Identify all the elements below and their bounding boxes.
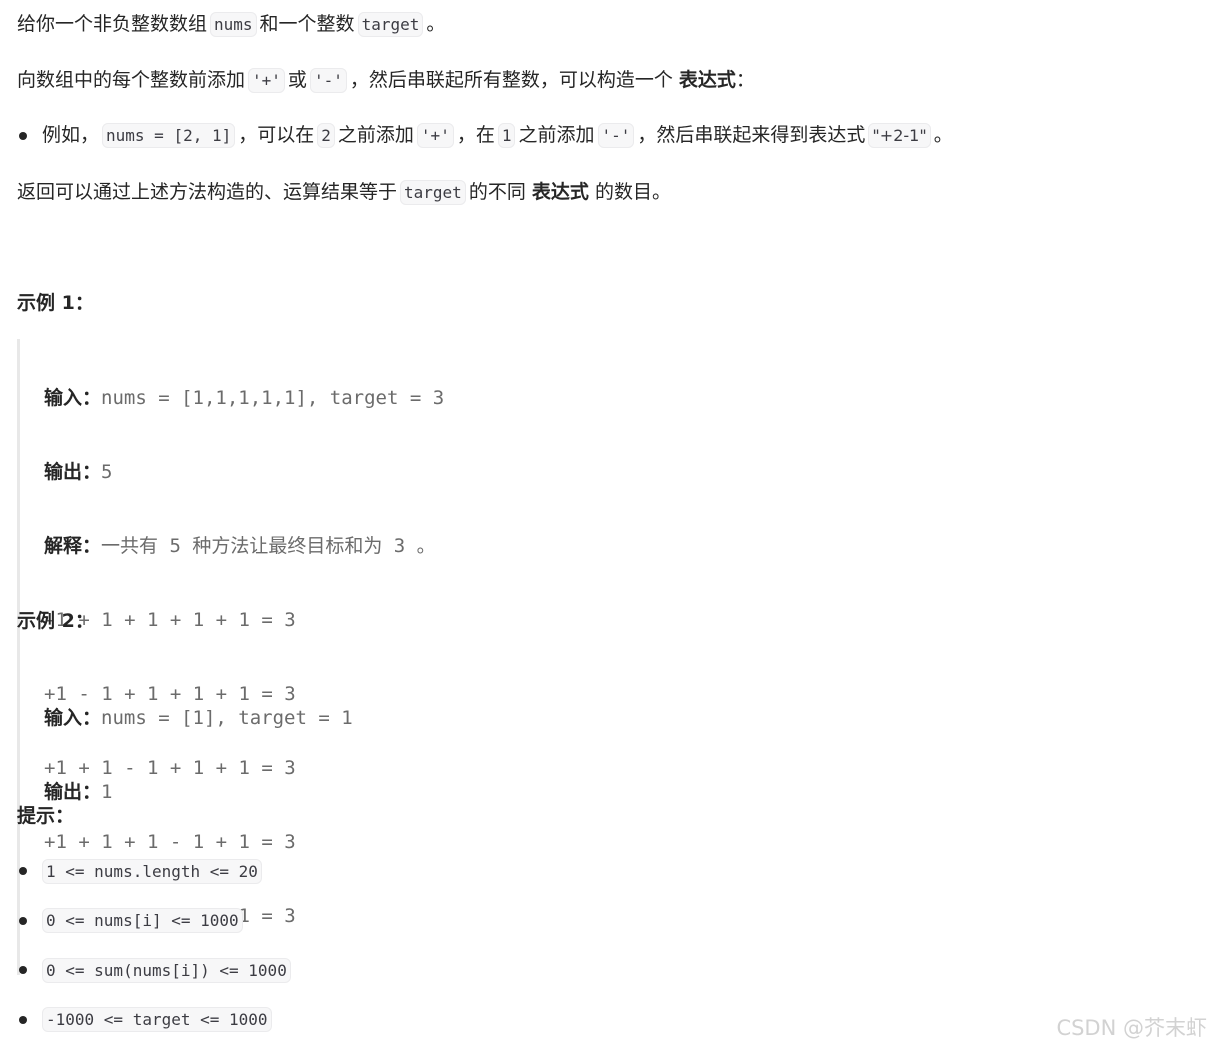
bold-expression: 表达式 <box>531 181 589 203</box>
text: ，在 <box>456 124 495 146</box>
text: ，然后串联起所有整数，可以构造一个 <box>349 69 673 91</box>
output-value: 5 <box>101 461 113 483</box>
text: 。 <box>426 13 446 35</box>
text: 或 <box>287 69 307 91</box>
code-plus: '+' <box>416 123 454 148</box>
example-1-heading: 示例 1： <box>17 292 94 314</box>
example-1-output: 输出：5 <box>44 457 444 487</box>
example-1-explanation: 解释：一共有 5 种方法让最终目标和为 3 。 <box>44 531 444 561</box>
code-1: 1 <box>497 123 516 148</box>
text: 之前添加 <box>518 124 595 146</box>
constraint-item: -1000 <= target <= 1000 <box>17 1005 294 1035</box>
text: 和一个整数 <box>259 13 355 35</box>
intro-paragraph-3: 返回可以通过上述方法构造的、运算结果等于 target 的不同 表达式 的数目。 <box>17 177 671 208</box>
code-minus: '-' <box>597 123 635 148</box>
example-1-input: 输入：nums = [1,1,1,1,1], target = 3 <box>44 383 444 413</box>
bullet-dot-icon <box>19 966 27 974</box>
text: ，然后串联起来得到表达式 <box>637 124 866 146</box>
example-2-input: 输入：nums = [1], target = 1 <box>44 703 353 733</box>
text: 给你一个非负整数数组 <box>17 13 208 35</box>
intro-paragraph-2: 向数组中的每个整数前添加 '+' 或 '-' ，然后串联起所有整数，可以构造一个 表达式… <box>17 65 755 96</box>
input-label: 输入： <box>44 387 102 409</box>
constraint-item: 1 <= nums.length <= 20 <box>17 856 294 886</box>
code-target: target <box>357 12 424 37</box>
constraint-code: -1000 <= target <= 1000 <box>42 1007 272 1032</box>
explain-value: 一共有 5 种方法让最终目标和为 3 。 <box>101 535 436 557</box>
intro-paragraph-1: 给你一个非负整数数组 nums 和一个整数 target。 <box>17 9 445 40</box>
constraint-code: 1 <= nums.length <= 20 <box>42 858 262 884</box>
text: 的数目。 <box>594 181 671 203</box>
explanation-line: -1 + 1 + 1 + 1 + 1 = 3 <box>44 609 296 631</box>
text: 向数组中的每个整数前添加 <box>17 69 246 91</box>
code-example-nums: nums = [2, 1] <box>102 123 236 148</box>
bold-expression: 表达式 <box>678 69 736 91</box>
watermark: CSDN @芥末虾 <box>1056 1016 1207 1040</box>
input-label: 输入： <box>44 707 102 729</box>
bullet-dot-icon <box>19 916 27 925</box>
example-2-output: 输出：1 <box>44 777 353 807</box>
example-bullet: 例如， nums = [2, 1] ，可以在 2 之前添加 '+' ，在 1 之前添加 '-' ，然… <box>17 120 953 151</box>
bullet-dot-icon <box>19 131 27 140</box>
code-nums: nums <box>210 12 257 37</box>
code-target: target <box>400 180 466 205</box>
code-expression: "+2-1" <box>868 123 931 148</box>
output-value: 1 <box>101 781 113 803</box>
text: ，可以在 <box>238 124 315 146</box>
input-value: nums = [1,1,1,1,1], target = 3 <box>101 387 445 409</box>
code-2: 2 <box>317 123 335 148</box>
explain-label: 解释： <box>44 535 102 557</box>
text: 。 <box>933 124 953 146</box>
constraints-list: 1 <= nums.length <= 20 0 <= nums[i] <= 1… <box>17 856 294 1054</box>
constraint-item: 0 <= sum(nums[i]) <= 1000 <box>17 955 294 985</box>
constraint-item: 0 <= nums[i] <= 1000 <box>17 906 294 936</box>
output-label: 输出： <box>44 461 102 483</box>
code-minus: '-' <box>309 68 347 93</box>
tips-heading: 提示： <box>17 805 75 827</box>
text: 之前添加 <box>337 124 414 146</box>
input-value: nums = [1], target = 1 <box>101 707 353 729</box>
code-plus: '+' <box>248 68 285 93</box>
bullet-dot-icon <box>19 1015 27 1024</box>
text: ： <box>735 69 755 91</box>
constraint-code: 0 <= sum(nums[i]) <= 1000 <box>42 957 291 983</box>
text: 返回可以通过上述方法构造的、运算结果等于 <box>17 181 398 203</box>
example-2-heading: 示例 2： <box>17 610 94 632</box>
constraint-code: 0 <= nums[i] <= 1000 <box>42 908 243 933</box>
output-label: 输出： <box>44 781 102 803</box>
text: 的不同 <box>468 181 526 203</box>
text: 例如， <box>42 124 100 146</box>
bullet-dot-icon <box>19 867 27 875</box>
